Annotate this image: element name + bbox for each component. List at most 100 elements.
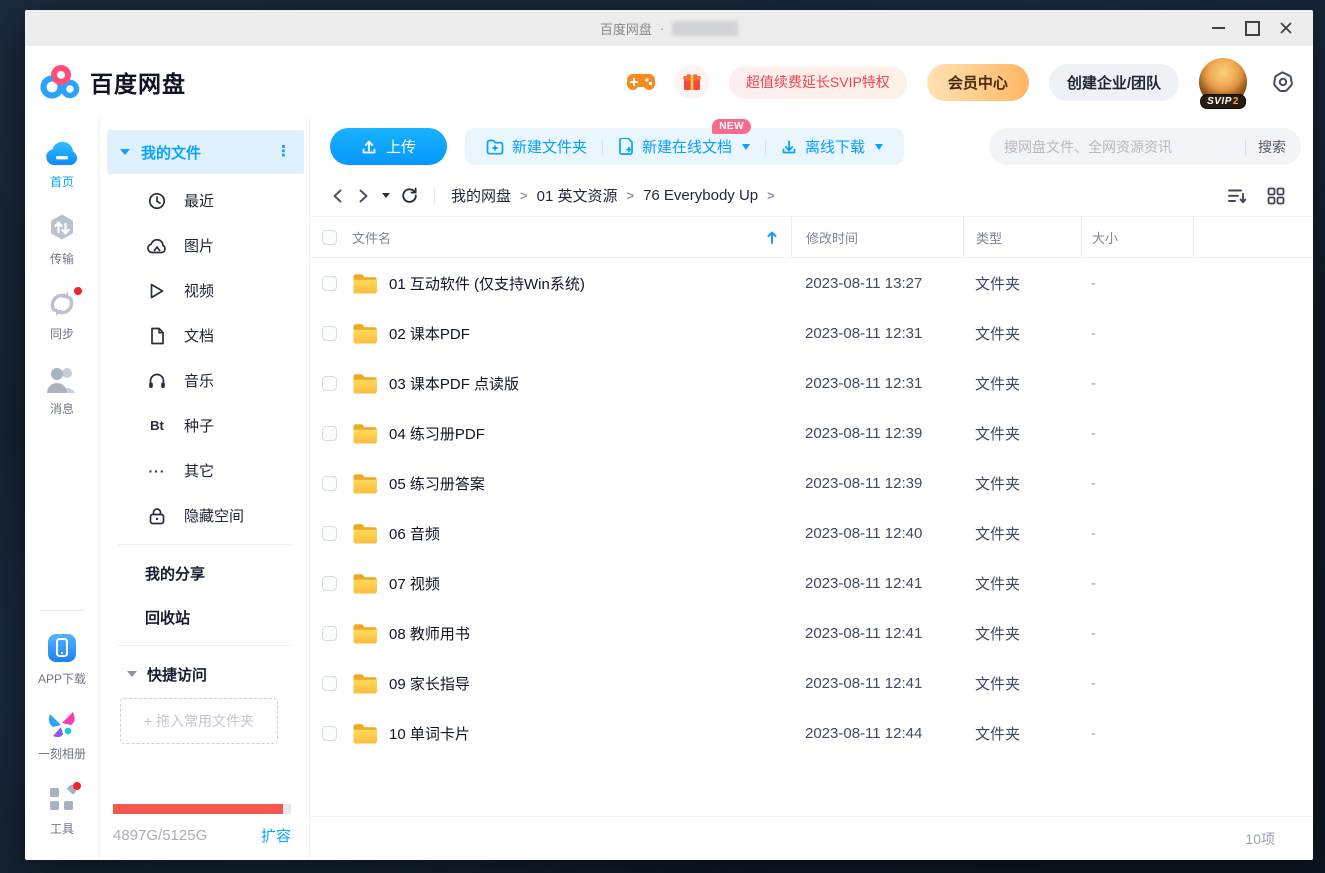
- row-checkbox[interactable]: [322, 526, 337, 541]
- table-row[interactable]: 08 教师用书 2023-08-11 12:41 文件夹 -: [310, 608, 1313, 658]
- upload-button[interactable]: 上传: [330, 128, 447, 165]
- table-header: 文件名 修改时间 类型 大小: [310, 216, 1313, 258]
- row-checkbox[interactable]: [322, 276, 337, 291]
- new-online-doc-button[interactable]: NEW 新建在线文档: [603, 128, 765, 165]
- row-checkbox[interactable]: [322, 676, 337, 691]
- nav-item-hidden-space[interactable]: 隐藏空间: [100, 493, 309, 538]
- rail-item-moment-album[interactable]: 一刻相册: [38, 710, 86, 762]
- nav-item-videos[interactable]: 视频: [100, 268, 309, 313]
- file-size: -: [1081, 525, 1193, 542]
- folder-icon: [352, 723, 378, 744]
- nav-item-quick-access[interactable]: 快捷访问: [100, 652, 309, 696]
- refresh-button[interactable]: [401, 187, 418, 204]
- file-name[interactable]: 03 课本PDF 点读版: [389, 373, 519, 394]
- breadcrumb-item-1[interactable]: 01 英文资源: [537, 185, 618, 206]
- svip-promo-banner[interactable]: 超值续费延长SVIP特权: [729, 66, 907, 99]
- file-name[interactable]: 08 教师用书: [389, 623, 470, 644]
- titlebar-separator: ·: [660, 21, 664, 36]
- expand-storage-link[interactable]: 扩容: [261, 825, 291, 846]
- row-checkbox[interactable]: [322, 326, 337, 341]
- nav-item-recycle-bin[interactable]: 回收站: [100, 595, 309, 639]
- breadcrumb-item-root[interactable]: 我的网盘: [451, 185, 511, 206]
- row-checkbox[interactable]: [322, 476, 337, 491]
- forward-button[interactable]: [355, 188, 371, 204]
- nav-item-pictures[interactable]: 图片: [100, 223, 309, 268]
- rail-item-messages[interactable]: 消息: [46, 365, 78, 417]
- recycle-bin-label: 回收站: [145, 607, 190, 628]
- create-team-button[interactable]: 创建企业/团队: [1049, 64, 1179, 101]
- file-name[interactable]: 06 音频: [389, 523, 440, 544]
- row-checkbox[interactable]: [322, 576, 337, 591]
- nav-item-other[interactable]: ··· 其它: [100, 448, 309, 493]
- sort-button[interactable]: [1227, 187, 1247, 205]
- table-row[interactable]: 01 互动软件 (仅支持Win系统) 2023-08-11 13:27 文件夹 …: [310, 258, 1313, 308]
- table-row[interactable]: 07 视频 2023-08-11 12:41 文件夹 -: [310, 558, 1313, 608]
- history-dropdown-icon[interactable]: [382, 193, 390, 198]
- tools-grid-icon: [48, 785, 76, 813]
- gift-button[interactable]: [675, 65, 709, 99]
- nav-item-documents[interactable]: 文档: [100, 313, 309, 358]
- new-folder-button[interactable]: 新建文件夹: [471, 128, 602, 165]
- create-team-label: 创建企业/团队: [1067, 72, 1161, 93]
- row-checkbox[interactable]: [322, 426, 337, 441]
- search-button[interactable]: 搜索: [1258, 137, 1286, 157]
- table-row[interactable]: 02 课本PDF 2023-08-11 12:31 文件夹 -: [310, 308, 1313, 358]
- file-modified-time: 2023-08-11 12:39: [791, 425, 963, 442]
- column-header-type[interactable]: 类型: [963, 217, 1081, 257]
- nav-my-files[interactable]: 我的文件 ⋮: [107, 130, 304, 174]
- breadcrumb-item-2[interactable]: 76 Everybody Up: [643, 187, 758, 204]
- offline-download-label: 离线下载: [805, 136, 865, 157]
- file-name[interactable]: 01 互动软件 (仅支持Win系统): [389, 273, 585, 294]
- search-box[interactable]: 搜网盘文件、全网资源资讯 搜索: [989, 128, 1301, 165]
- select-all-checkbox[interactable]: [322, 230, 337, 245]
- file-name[interactable]: 10 单词卡片: [389, 723, 470, 744]
- minimize-button[interactable]: [1201, 10, 1235, 46]
- nav-item-music[interactable]: 音乐: [100, 358, 309, 403]
- home-cloud-icon: [45, 140, 79, 166]
- file-modified-time: 2023-08-11 12:41: [791, 625, 963, 642]
- vip-center-button[interactable]: 会员中心: [927, 64, 1029, 101]
- rail-item-home[interactable]: 首页: [45, 140, 79, 190]
- column-header-size[interactable]: 大小: [1081, 217, 1193, 257]
- nav-item-recent[interactable]: 最近: [100, 178, 309, 223]
- drop-folder-zone[interactable]: + 拖入常用文件夹: [120, 698, 278, 744]
- file-name[interactable]: 07 视频: [389, 573, 440, 594]
- table-row[interactable]: 09 家长指导 2023-08-11 12:41 文件夹 -: [310, 658, 1313, 708]
- grid-view-icon: [1267, 187, 1285, 205]
- item-count: 10项: [1245, 829, 1275, 849]
- maximize-button[interactable]: [1235, 10, 1269, 46]
- table-row[interactable]: 04 练习册PDF 2023-08-11 12:39 文件夹 -: [310, 408, 1313, 458]
- rail-item-sync[interactable]: 同步: [47, 290, 77, 342]
- row-checkbox[interactable]: [322, 376, 337, 391]
- table-row[interactable]: 03 课本PDF 点读版 2023-08-11 12:31 文件夹 -: [310, 358, 1313, 408]
- file-type: 文件夹: [963, 473, 1081, 494]
- my-files-label: 我的文件: [141, 142, 201, 163]
- file-name[interactable]: 04 练习册PDF: [389, 423, 485, 444]
- drop-folder-hint: + 拖入常用文件夹: [144, 711, 254, 731]
- row-checkbox[interactable]: [322, 726, 337, 741]
- user-account[interactable]: SVIP2: [1199, 58, 1247, 106]
- table-row[interactable]: 05 练习册答案 2023-08-11 12:39 文件夹 -: [310, 458, 1313, 508]
- column-header-name[interactable]: 文件名: [352, 217, 791, 257]
- titlebar-title: 百度网盘 ·: [600, 19, 738, 38]
- table-row[interactable]: 10 单词卡片 2023-08-11 12:44 文件夹 -: [310, 708, 1313, 758]
- nav-item-my-shares[interactable]: 我的分享: [100, 551, 309, 595]
- file-name[interactable]: 02 课本PDF: [389, 323, 470, 344]
- rail-item-transfer[interactable]: 传输: [47, 213, 77, 267]
- file-name[interactable]: 05 练习册答案: [389, 473, 485, 494]
- offline-download-button[interactable]: 离线下载: [766, 128, 898, 165]
- more-menu-icon[interactable]: ⋮: [276, 148, 291, 156]
- row-checkbox[interactable]: [322, 626, 337, 641]
- column-header-time[interactable]: 修改时间: [791, 217, 963, 257]
- games-button[interactable]: [627, 72, 655, 92]
- file-name[interactable]: 09 家长指导: [389, 673, 470, 694]
- table-row[interactable]: 06 音频 2023-08-11 12:40 文件夹 -: [310, 508, 1313, 558]
- settings-button[interactable]: [1271, 70, 1295, 94]
- close-button[interactable]: [1269, 10, 1303, 46]
- nav-item-bt[interactable]: Bt 种子: [100, 403, 309, 448]
- rail-item-app-download[interactable]: APP下载: [38, 633, 86, 687]
- back-button[interactable]: [330, 188, 346, 204]
- grid-view-button[interactable]: [1267, 187, 1285, 205]
- app-download-icon: [47, 633, 77, 663]
- rail-item-tools[interactable]: 工具: [48, 785, 76, 837]
